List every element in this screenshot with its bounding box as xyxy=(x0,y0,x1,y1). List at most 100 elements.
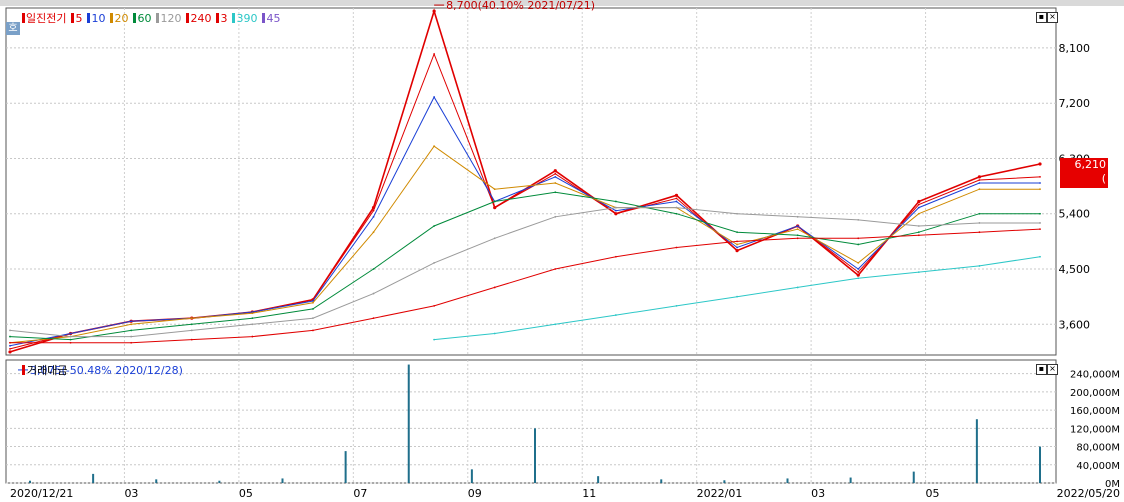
series-point xyxy=(796,286,799,289)
volume-bar xyxy=(1039,446,1041,483)
series-point xyxy=(372,231,375,234)
series-point xyxy=(978,188,981,191)
series-point xyxy=(796,234,799,237)
series-point xyxy=(796,228,799,230)
series-point xyxy=(130,341,133,344)
hoban-badge[interactable]: 호 xyxy=(6,22,20,35)
series-point xyxy=(857,268,860,270)
series-point xyxy=(9,335,11,338)
legend-label: 일진전기 xyxy=(26,12,67,25)
price-tick-label: 4,500 xyxy=(1059,263,1091,276)
series-point xyxy=(130,335,133,338)
series-point xyxy=(856,273,860,277)
series-point xyxy=(736,249,738,252)
series-point xyxy=(917,206,920,209)
series-point xyxy=(433,145,436,148)
series-point xyxy=(190,317,193,320)
price-tick-label: 7,200 xyxy=(1059,97,1091,110)
series-point xyxy=(857,237,860,240)
volume-tick-label: 80,000M xyxy=(1076,443,1120,454)
series-point xyxy=(674,193,679,197)
volume-legend: 거래대금 xyxy=(22,362,67,378)
close-icon[interactable]: × xyxy=(1047,12,1058,23)
x-tick-label: 03 xyxy=(811,487,825,500)
series-point xyxy=(917,199,921,204)
series-point xyxy=(433,261,436,264)
series-point xyxy=(493,206,496,209)
series-point xyxy=(736,295,738,298)
series-point xyxy=(130,329,133,332)
series-point xyxy=(736,246,738,249)
price-chart: 3,6004,5005,4006,3007,2008,1000M40,000M8… xyxy=(5,0,1120,500)
legend-item: 20 xyxy=(110,12,128,25)
series-point xyxy=(554,191,557,194)
series-point xyxy=(554,182,557,184)
series-point xyxy=(675,246,678,249)
volume-tick-label: 40,000M xyxy=(1076,461,1120,472)
volume-bar xyxy=(344,451,347,483)
x-tick-label: 09 xyxy=(468,487,482,500)
volume-tick-label: 200,000M xyxy=(1070,388,1120,399)
series-point xyxy=(69,341,72,344)
series-point xyxy=(130,320,133,323)
series-point xyxy=(675,304,678,307)
volume-bar xyxy=(849,477,852,483)
volume-bar xyxy=(218,480,221,483)
series-point xyxy=(433,338,436,341)
legend-label: 390 xyxy=(236,11,258,25)
x-tick-label: 05 xyxy=(239,487,253,500)
series-point xyxy=(917,225,920,227)
series-point xyxy=(675,212,678,215)
volume-bar xyxy=(534,428,536,483)
series-point xyxy=(917,234,920,237)
price-tick-label: 8,100 xyxy=(1059,42,1091,55)
series-point xyxy=(190,338,193,341)
current-change: ( 13.32%) xyxy=(1060,172,1107,199)
legend-label: 10 xyxy=(91,11,106,25)
series-point xyxy=(1038,162,1042,166)
series-point xyxy=(736,231,738,234)
series-point xyxy=(312,329,314,332)
series-point xyxy=(978,179,981,181)
minimize-icon[interactable]: ▪ xyxy=(1036,12,1047,23)
series-point xyxy=(857,277,860,280)
series-point xyxy=(614,314,617,316)
legend-label: 45 xyxy=(266,11,281,25)
series-point xyxy=(614,200,617,203)
chart-window: 3,6004,5005,4006,3007,2008,1000M40,000M8… xyxy=(0,0,1124,502)
series-point xyxy=(190,329,193,332)
series-point xyxy=(372,268,375,270)
series-point xyxy=(978,182,981,184)
series-point xyxy=(8,350,12,354)
minimize-icon[interactable]: ▪ xyxy=(1036,364,1047,375)
close-icon[interactable]: × xyxy=(1047,364,1058,375)
series-point xyxy=(554,175,557,178)
price-tick-label: 3,600 xyxy=(1059,318,1091,331)
series-point xyxy=(433,53,436,55)
series-point xyxy=(917,212,920,215)
series-point xyxy=(190,323,193,326)
series-point xyxy=(857,261,860,264)
legend-swatch xyxy=(22,13,25,23)
volume-bar xyxy=(912,471,915,483)
series-point xyxy=(796,237,799,240)
series-point xyxy=(736,243,738,246)
series-point xyxy=(554,323,557,326)
series-point xyxy=(251,323,254,326)
series-point xyxy=(675,200,678,203)
series-point xyxy=(554,172,557,175)
series-point xyxy=(614,255,617,258)
price-legend: 일진전기 5 10 20 60 120 240 3 390 45 xyxy=(22,10,280,26)
legend-label: 3 xyxy=(220,11,228,25)
series-point xyxy=(978,212,981,215)
series-point xyxy=(251,335,254,338)
x-tick-label: 2022/05/20 xyxy=(1057,487,1120,500)
volume-bar xyxy=(92,473,95,483)
series-point xyxy=(917,231,920,234)
series-point xyxy=(69,335,72,338)
series-point xyxy=(1039,182,1041,184)
series-point xyxy=(433,225,436,227)
series-point xyxy=(493,188,496,191)
series-point xyxy=(614,206,617,209)
series-point xyxy=(130,323,133,326)
